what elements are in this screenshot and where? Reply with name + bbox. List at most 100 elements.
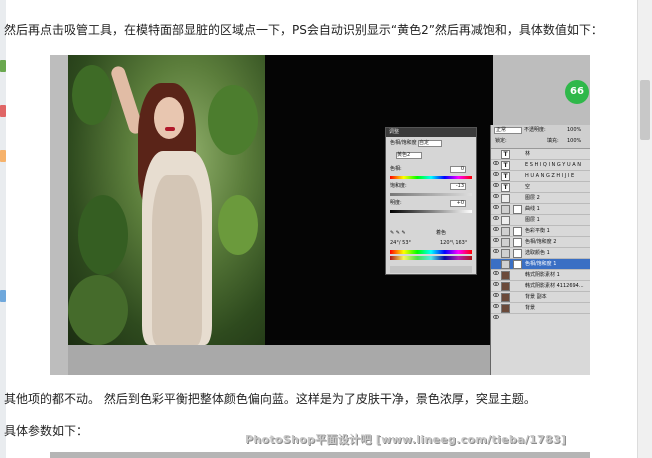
spectrum-bar-top — [390, 250, 472, 254]
layer-name: 空 — [525, 184, 531, 190]
opacity-label: 不透明度: — [524, 127, 546, 133]
edge-chip — [0, 290, 6, 302]
visibility-eye-icon[interactable] — [493, 206, 499, 220]
visibility-eye-icon[interactable] — [493, 261, 499, 275]
visibility-eye-icon[interactable] — [493, 228, 499, 242]
visibility-eye-icon[interactable] — [493, 184, 499, 198]
panel-title: 调整 — [386, 128, 476, 137]
visibility-eye-icon[interactable] — [493, 195, 499, 209]
layer-row[interactable]: T林 — [491, 149, 590, 165]
layers-panel-header: 正常 不透明度: 100% 锁定: 填充: 100% — [491, 125, 590, 149]
next-screenshot-edge — [50, 452, 590, 458]
layer-mask-thumbnail — [513, 260, 522, 269]
layer-row[interactable]: 图层 1 — [491, 215, 590, 231]
layer-name: E S H I Q I N G Y U A N — [525, 162, 581, 168]
saturation-input[interactable]: -13 — [450, 183, 466, 190]
edge-chip — [0, 150, 6, 162]
layer-row[interactable]: TE S H I Q I N G Y U A N — [491, 160, 590, 176]
blend-mode-select[interactable]: 正常 — [494, 127, 522, 134]
article-paragraph-3: 具体参数如下： — [4, 424, 89, 438]
edge-chip — [0, 105, 6, 117]
visibility-eye-icon[interactable] — [493, 151, 499, 165]
adjustment-layer-icon — [501, 238, 510, 247]
visibility-eye-icon[interactable] — [493, 173, 499, 187]
colorize-checkbox[interactable]: 着色 — [436, 230, 446, 237]
eyedropper-tools-icon[interactable]: ✎ ✎ ✎ — [390, 230, 406, 237]
site-watermark: PhotoShop平面设计吧 [www.lineeg.com/tieba/178… — [245, 433, 567, 446]
layer-thumbnail — [501, 282, 510, 291]
saturation-slider[interactable] — [390, 193, 472, 196]
layer-name: 色相/饱和度 2 — [525, 239, 557, 245]
photoshop-screenshot: 66 调整 色相/饱和度 自定 黄色2 色相: 0 饱和度: -13 明度: +… — [50, 55, 590, 375]
browser-left-edge — [0, 0, 6, 458]
layer-list: T林TE S H I Q I N G Y U A NTH U A N G Z H… — [491, 149, 590, 319]
model-photo — [68, 55, 265, 345]
layer-name: 曲线 1 — [525, 206, 540, 212]
layer-row[interactable]: 色相/饱和度 2 — [491, 237, 590, 253]
hue-label: 色相: — [390, 166, 402, 172]
range-right: 120°\ 163° — [440, 240, 468, 246]
scrollbar-thumb[interactable] — [640, 80, 650, 140]
fill-value[interactable]: 100% — [567, 138, 581, 145]
text-layer-icon: T — [501, 183, 510, 192]
lightness-label: 明度: — [390, 200, 402, 206]
layer-row[interactable]: 曲线 1 — [491, 204, 590, 220]
layer-name: H U A N G Z H I J I E — [525, 173, 575, 179]
visibility-eye-icon[interactable] — [493, 239, 499, 253]
edge-chip — [0, 60, 6, 72]
visibility-eye-icon[interactable] — [493, 283, 499, 297]
layer-row[interactable]: 韩式阴影素材 4112694... — [491, 281, 590, 297]
layer-row[interactable]: 背景 — [491, 303, 590, 319]
layer-thumbnail — [501, 194, 510, 203]
layer-name: 韩式阴影素材 1 — [525, 272, 560, 278]
hue-slider[interactable] — [390, 176, 472, 179]
text-layer-icon: T — [501, 150, 510, 159]
layer-thumbnail — [501, 304, 510, 313]
adjustment-layer-icon — [501, 205, 510, 214]
layers-panel: 正常 不透明度: 100% 锁定: 填充: 100% T林TE S H I Q … — [490, 125, 590, 375]
layer-name: 林 — [525, 151, 531, 157]
layer-name: 图层 2 — [525, 195, 540, 201]
layer-thumbnail — [501, 271, 510, 280]
text-layer-icon: T — [501, 172, 510, 181]
visibility-eye-icon[interactable] — [493, 294, 499, 308]
layer-thumbnail — [501, 216, 510, 225]
layer-mask-thumbnail — [513, 205, 522, 214]
hue-saturation-panel: 调整 色相/饱和度 自定 黄色2 色相: 0 饱和度: -13 明度: +0 ✎… — [385, 127, 477, 275]
channel-select[interactable]: 黄色2 — [396, 152, 422, 159]
visibility-eye-icon[interactable] — [493, 305, 499, 319]
layer-row[interactable]: T空 — [491, 182, 590, 198]
layer-name: 背景 — [525, 305, 536, 311]
visibility-eye-icon[interactable] — [493, 217, 499, 231]
opacity-value[interactable]: 100% — [567, 127, 581, 134]
layer-row[interactable]: TH U A N G Z H I J I E — [491, 171, 590, 187]
layer-row[interactable]: 图层 2 — [491, 193, 590, 209]
layer-name: 韩式阴影素材 4112694... — [525, 283, 584, 289]
spectrum-bar-bottom — [390, 256, 472, 260]
layer-row[interactable]: 韩式阴影素材 1 — [491, 270, 590, 286]
layer-mask-thumbnail — [513, 249, 522, 258]
visibility-eye-icon[interactable] — [493, 272, 499, 286]
fill-label: 填充: — [547, 138, 559, 144]
visibility-eye-icon[interactable] — [493, 250, 499, 264]
lightness-slider[interactable] — [390, 210, 472, 213]
layer-thumbnail — [501, 293, 510, 302]
layer-name: 图层 1 — [525, 217, 540, 223]
canvas-bottom — [68, 345, 493, 375]
adjustment-layer-icon — [501, 260, 510, 269]
layer-row[interactable]: 色相/饱和度 1 — [491, 259, 590, 275]
article-paragraph-2: 其他项的都不动。 然后到色彩平衡把整体颜色偏向蓝。这样是为了皮肤干净，景色浓厚，… — [4, 392, 536, 406]
visibility-eye-icon[interactable] — [493, 162, 499, 176]
hue-input[interactable]: 0 — [450, 166, 466, 173]
lightness-input[interactable]: +0 — [450, 200, 466, 207]
preset-select[interactable]: 自定 — [418, 140, 442, 147]
lock-label: 锁定: — [495, 138, 507, 144]
page-scrollbar[interactable] — [637, 0, 652, 458]
layer-row[interactable]: 背景 副本 — [491, 292, 590, 308]
green-badge: 66 — [565, 80, 589, 104]
saturation-label: 饱和度: — [390, 183, 407, 189]
layer-row[interactable]: 选取颜色 1 — [491, 248, 590, 264]
adjustment-layer-icon — [501, 227, 510, 236]
layer-row[interactable]: 色彩平衡 1 — [491, 226, 590, 242]
layer-name: 选取颜色 1 — [525, 250, 550, 256]
